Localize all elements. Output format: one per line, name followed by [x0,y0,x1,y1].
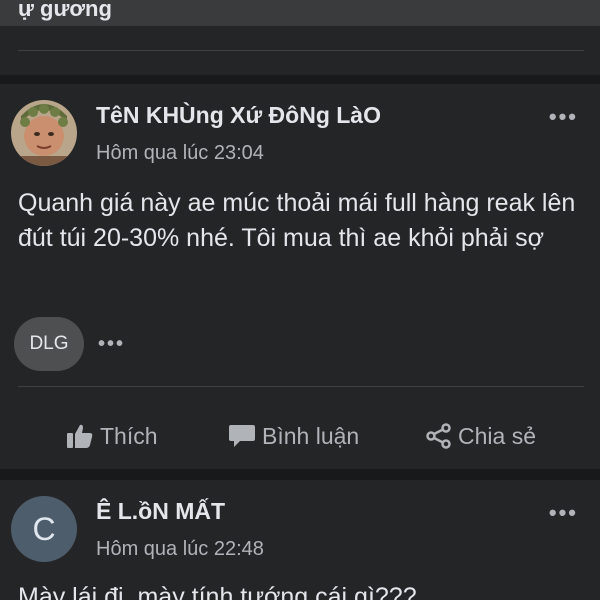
share-icon [426,423,451,449]
previous-post-text: ự gương [18,0,112,21]
like-label: Thích [100,422,158,449]
feed: ự gương TêN KHÙng Xứ ĐôNg LàO Hôm qua lú [0,0,600,600]
previous-post-text-strip: ự gương [0,0,600,26]
avatar[interactable] [11,100,77,166]
comment-card: TêN KHÙng Xứ ĐôNg LàO Hôm qua lúc 23:04 … [0,84,600,469]
comment-author[interactable]: Ê L.ồN MẤT [96,498,225,525]
comment-label: Bình luận [262,422,360,449]
comment-text: Quanh giá này ae múc thoải mái full hàng… [18,189,576,252]
thumbs-up-icon [67,424,93,448]
divider [18,386,584,387]
avatar-portrait-icon [11,100,77,166]
ellipsis-icon[interactable]: ••• [549,500,578,526]
comment-card: C Ê L.ồN MẤT Hôm qua lúc 22:48 ••• Mày l… [0,480,600,600]
avatar[interactable]: C [11,496,77,562]
comment-text: Mày lái đi, mày tính tướng cái gì??? [18,583,417,600]
comment-bubble-icon [229,425,255,447]
comment-timestamp[interactable]: Hôm qua lúc 23:04 [96,142,264,165]
ellipsis-icon[interactable]: ••• [549,104,578,130]
divider [18,50,584,51]
share-label: Chia sẻ [458,422,536,449]
previous-post-card: ự gương [0,0,600,75]
tag-pill[interactable]: DLG [14,317,84,371]
action-bar: Thích Bình luận Chia sẻ [0,414,600,458]
comment-author[interactable]: TêN KHÙng Xứ ĐôNg LàO [96,102,381,129]
ellipsis-icon[interactable]: ••• [98,333,125,356]
avatar-letter: C [32,510,56,547]
tag-row: DLG ••• [14,317,125,371]
comment-timestamp[interactable]: Hôm qua lúc 22:48 [96,538,264,561]
like-button[interactable]: Thích [66,414,158,458]
comment-button[interactable]: Bình luận [228,414,359,458]
share-button[interactable]: Chia sẻ [426,414,536,458]
